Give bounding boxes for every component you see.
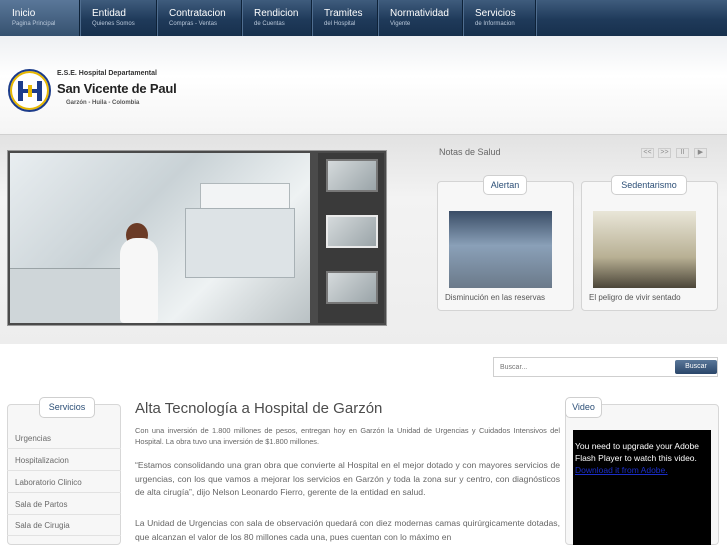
news-card-image[interactable] bbox=[593, 211, 696, 288]
flash-player[interactable]: You need to upgrade your Adobe Flash Pla… bbox=[573, 430, 711, 545]
nav-item-subtitle: del Hospital bbox=[324, 21, 356, 27]
nav-item-title: Inicio bbox=[12, 8, 36, 19]
logo-place-text: Garzón - Huila - Colombia bbox=[66, 100, 140, 106]
nav-item-subtitle: Compras - Ventas bbox=[169, 21, 218, 27]
nav-item-title: Tramites bbox=[324, 8, 363, 19]
nav-item-entidad[interactable]: Entidad Quienes Somos bbox=[80, 0, 157, 36]
article-paragraph: La Unidad de Urgencias con sala de obser… bbox=[135, 518, 560, 542]
nav-item-title: Entidad bbox=[92, 8, 126, 19]
nav-item-title: Contratacion bbox=[169, 8, 226, 19]
hospital-logo-mark bbox=[18, 81, 42, 101]
news-card-caption[interactable]: El peligro de vivir sentado bbox=[589, 293, 681, 302]
prev-icon[interactable]: << bbox=[641, 148, 654, 158]
image-slider bbox=[7, 150, 387, 326]
article-title: Alta Tecnología a Hospital de Garzón bbox=[135, 400, 383, 417]
nav-item-subtitle: de Informacion bbox=[475, 21, 515, 27]
news-card-tab[interactable]: Sedentarismo bbox=[611, 175, 687, 195]
news-card-caption[interactable]: Disminución en las reservas bbox=[445, 293, 545, 302]
slider-thumbnails bbox=[318, 153, 384, 323]
news-card-image[interactable] bbox=[449, 211, 552, 288]
news-card-tab[interactable]: Alertan bbox=[483, 175, 527, 195]
adobe-download-link[interactable]: Download it from Adobe. bbox=[575, 464, 709, 476]
slider-thumbnail[interactable] bbox=[326, 159, 378, 192]
video-title: Video bbox=[565, 397, 602, 418]
next-icon[interactable]: >> bbox=[658, 148, 671, 158]
logo-name-text: San Vicente de Paul bbox=[57, 81, 177, 96]
sidebar-item-urgencias[interactable]: Urgencias bbox=[7, 428, 121, 449]
hospital-logo[interactable] bbox=[8, 69, 51, 112]
slider-thumbnail[interactable] bbox=[326, 215, 378, 248]
nav-item-subtitle: de Cuentas bbox=[254, 21, 285, 27]
search-button[interactable]: Buscar bbox=[675, 360, 717, 374]
sidebar-item-sala-partos[interactable]: Sala de Partos bbox=[7, 494, 121, 515]
search-input[interactable] bbox=[496, 359, 666, 375]
logo-org-text: E.S.E. Hospital Departamental bbox=[57, 70, 157, 77]
pause-icon[interactable]: II bbox=[676, 148, 689, 158]
nav-item-inicio[interactable]: Inicio Pagina Principal bbox=[0, 0, 80, 36]
nav-item-title: Rendicion bbox=[254, 8, 299, 19]
sidebar-item-hospitalizacion[interactable]: Hospitalizacion bbox=[7, 450, 121, 471]
article-paragraph: “Estamos consolidando una gran obra que … bbox=[135, 460, 560, 497]
sidebar-item-laboratorio[interactable]: Laboratorio Clinico bbox=[7, 472, 121, 493]
nav-item-rendicion[interactable]: Rendicion de Cuentas bbox=[242, 0, 312, 36]
main-nav: Inicio Pagina Principal Entidad Quienes … bbox=[0, 0, 727, 36]
flash-message: You need to upgrade your Adobe Flash Pla… bbox=[575, 441, 699, 463]
nav-item-subtitle: Quienes Somos bbox=[92, 21, 135, 27]
slider-thumbnail[interactable] bbox=[326, 271, 378, 304]
nav-item-subtitle: Vigente bbox=[390, 21, 411, 27]
sidebar-item-sala-cirugia[interactable]: Sala de Cirugia bbox=[7, 515, 121, 536]
nav-item-tramites[interactable]: Tramites del Hospital bbox=[312, 0, 378, 36]
play-icon[interactable]: ▶ bbox=[694, 148, 707, 158]
news-card[interactable]: Sedentarismo El peligro de vivir sentado bbox=[581, 175, 718, 311]
nav-item-servicios[interactable]: Servicios de Informacion bbox=[463, 0, 536, 36]
article-paragraph: Con una inversión de 1.800 millones de p… bbox=[135, 426, 560, 446]
notas-title: Notas de Salud bbox=[439, 147, 501, 157]
sidebar-title: Servicios bbox=[39, 397, 95, 418]
nav-item-title: Servicios bbox=[475, 8, 516, 19]
nav-item-normatividad[interactable]: Normatividad Vigente bbox=[378, 0, 463, 36]
search-box: Buscar bbox=[493, 357, 718, 377]
news-card[interactable]: Alertan Disminución en las reservas bbox=[437, 175, 574, 311]
nav-item-contratacion[interactable]: Contratacion Compras - Ventas bbox=[157, 0, 242, 36]
nav-item-subtitle: Pagina Principal bbox=[12, 21, 56, 27]
slider-main-image[interactable] bbox=[10, 153, 310, 323]
nav-item-title: Normatividad bbox=[390, 8, 449, 19]
